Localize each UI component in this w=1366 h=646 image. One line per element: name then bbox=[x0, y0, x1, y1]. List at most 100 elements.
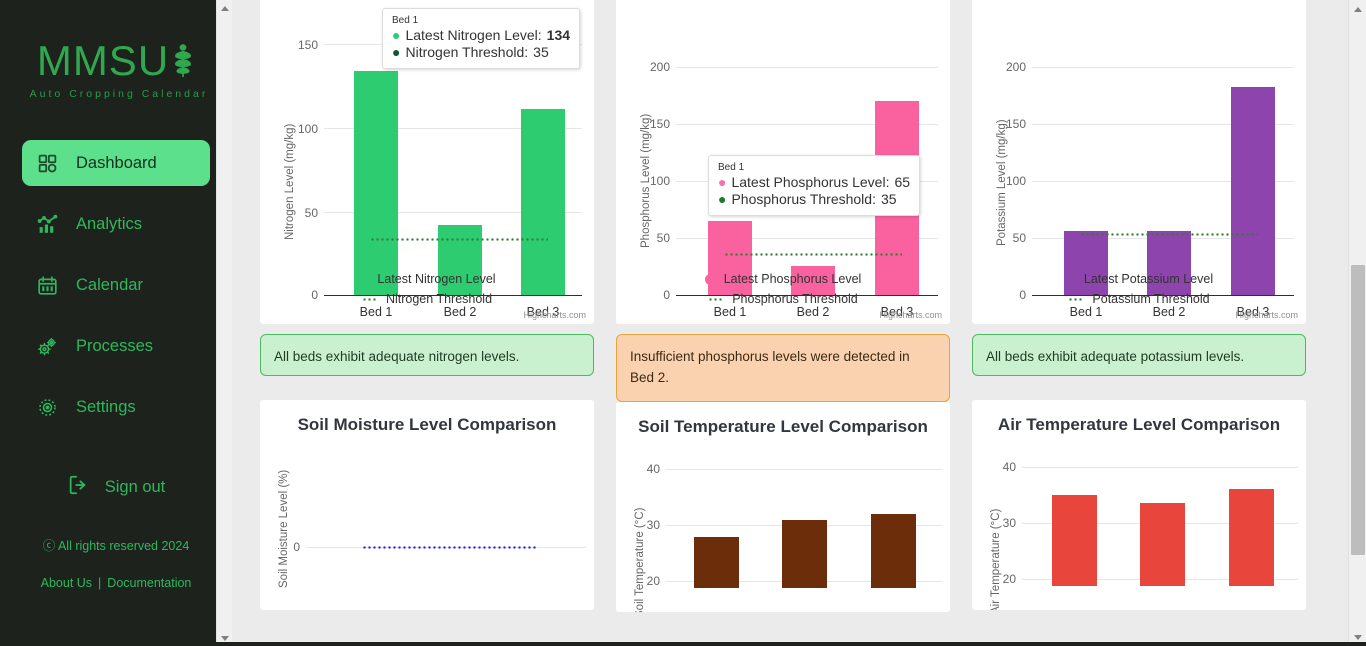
sidebar-item-label: Settings bbox=[76, 397, 136, 416]
legend-label: Latest Nitrogen Level bbox=[377, 272, 496, 286]
sidebar-item-label: Dashboard bbox=[76, 153, 157, 172]
column-potassium: Comparison Potassium Level (mg/kg) 200 1… bbox=[972, 0, 1306, 612]
documentation-link[interactable]: Documentation bbox=[107, 576, 191, 590]
legend-label: Latest Phosphorus Level bbox=[723, 272, 862, 286]
threshold-line bbox=[1080, 233, 1258, 237]
chart-legend: Latest Phosphorus Level Phosphorus Thres… bbox=[616, 269, 950, 309]
legend-item-series[interactable]: Latest Phosphorus Level bbox=[616, 269, 950, 289]
y-tick-label: 150 bbox=[297, 38, 318, 53]
y-tick-label: 50 bbox=[1012, 231, 1026, 246]
chart-legend: Latest Potassium Level Potassium Thresho… bbox=[972, 269, 1306, 309]
tooltip-label: Latest Phosphorus Level: bbox=[731, 174, 890, 190]
legend-item-series[interactable]: Latest Potassium Level bbox=[972, 269, 1306, 289]
dashboard-main: Comparison Nitrogen Level (mg/kg) 150 10… bbox=[232, 0, 1366, 646]
copyright-text: ⓒ All rights reserved 2024 bbox=[42, 539, 190, 553]
soil-moisture-chart-card: Soil Moisture Level Comparison Soil Mois… bbox=[260, 400, 594, 610]
y-tick-label: 0 bbox=[293, 540, 300, 555]
legend-marker-dot bbox=[704, 273, 716, 285]
phosphorus-status-message: Insufficient phosphorus levels were dete… bbox=[616, 334, 950, 402]
y-tick-label: 50 bbox=[656, 231, 670, 246]
threshold-line bbox=[370, 238, 548, 242]
soil-moisture-plot: Soil Moisture Level (%) 0 bbox=[260, 436, 594, 589]
tooltip-row: ● Latest Nitrogen Level: 134 bbox=[392, 27, 570, 44]
tooltip-label: Nitrogen Threshold: bbox=[405, 44, 529, 60]
bar-bed3[interactable] bbox=[521, 109, 565, 296]
highcharts-credit[interactable]: Highcharts.com bbox=[879, 310, 942, 320]
potassium-status-message: All beds exhibit adequate potassium leve… bbox=[972, 334, 1306, 376]
tooltip-bullet-icon: ● bbox=[718, 174, 727, 190]
tooltip-row: ● Phosphorus Threshold: 35 bbox=[718, 191, 910, 208]
legend-item-threshold[interactable]: Potassium Threshold bbox=[972, 289, 1306, 309]
gridline bbox=[676, 67, 938, 69]
nitrogen-tooltip: Bed 1 ● Latest Nitrogen Level: 134 ● Nit… bbox=[382, 8, 581, 69]
tooltip-row: ● Latest Phosphorus Level: 65 bbox=[718, 174, 910, 191]
y-tick-label: 150 bbox=[1005, 117, 1026, 132]
calendar-icon bbox=[36, 274, 58, 296]
bar-bed2[interactable] bbox=[782, 520, 827, 589]
analytics-chart-icon bbox=[36, 213, 58, 235]
legend-marker-dash bbox=[361, 297, 378, 301]
footer-links: About Us | Documentation bbox=[0, 576, 232, 590]
threshold-line bbox=[362, 546, 537, 550]
sign-out-label: Sign out bbox=[104, 478, 166, 496]
sidebar-scroll-up-arrow[interactable] bbox=[217, 0, 232, 16]
bar-bed3[interactable] bbox=[871, 514, 916, 589]
bar-bed1[interactable] bbox=[354, 71, 398, 296]
legend-item-threshold[interactable]: Phosphorus Threshold bbox=[616, 289, 950, 309]
sidebar-item-processes[interactable]: Processes bbox=[22, 323, 210, 369]
legend-marker-dash bbox=[1068, 297, 1085, 301]
gridline bbox=[666, 469, 942, 471]
y-tick-label: 40 bbox=[1002, 460, 1016, 475]
bar-bed1[interactable] bbox=[694, 537, 739, 589]
tooltip-value: 35 bbox=[533, 44, 549, 60]
potassium-plot: Potassium Level (mg/kg) 200 150 100 50 0 bbox=[972, 0, 1306, 319]
tooltip-label: Latest Nitrogen Level: bbox=[405, 27, 542, 43]
gears-processes-icon bbox=[36, 335, 58, 357]
legend-label: Latest Potassium Level bbox=[1083, 272, 1214, 286]
y-tick-label: 100 bbox=[1005, 174, 1026, 189]
chart-title: Air Temperature Level Comparison bbox=[997, 415, 1281, 434]
sidebar-item-settings[interactable]: Settings bbox=[22, 384, 210, 430]
nitrogen-chart-card: Comparison Nitrogen Level (mg/kg) 150 10… bbox=[260, 0, 594, 324]
charts-grid: Comparison Nitrogen Level (mg/kg) 150 10… bbox=[232, 0, 1366, 612]
page-scroll-up-arrow[interactable] bbox=[1349, 0, 1366, 18]
legend-item-threshold[interactable]: Nitrogen Threshold bbox=[260, 289, 594, 309]
phosphorus-chart-card: Comparison Phosphorus Level (mg/kg) 200 … bbox=[616, 0, 950, 324]
sidebar-item-calendar[interactable]: Calendar bbox=[22, 262, 210, 308]
highcharts-credit[interactable]: Highcharts.com bbox=[523, 310, 586, 320]
column-nitrogen: Comparison Nitrogen Level (mg/kg) 150 10… bbox=[260, 0, 594, 612]
y-axis-label: Soil Moisture Level (%) bbox=[278, 469, 290, 589]
tooltip-value: 65 bbox=[894, 174, 911, 190]
y-tick-label: 150 bbox=[649, 117, 670, 132]
sidebar-item-analytics[interactable]: Analytics bbox=[22, 201, 210, 247]
bar-bed2[interactable] bbox=[1140, 503, 1185, 587]
bar-bed3[interactable] bbox=[1229, 489, 1274, 587]
bar-bed1[interactable] bbox=[1052, 495, 1097, 587]
sidebar-footer: ⓒ All rights reserved 2024 About Us | Docu… bbox=[0, 535, 232, 590]
tooltip-bullet-icon: ● bbox=[392, 27, 401, 43]
sidebar-scrollbar[interactable] bbox=[216, 0, 232, 646]
sign-out-button[interactable]: Sign out bbox=[0, 474, 232, 501]
sidebar-item-dashboard[interactable]: Dashboard bbox=[22, 140, 210, 186]
legend-label: Nitrogen Threshold bbox=[385, 292, 493, 306]
y-tick-label: 30 bbox=[646, 518, 660, 533]
gear-settings-icon bbox=[36, 396, 58, 418]
page-scroll-thumb[interactable] bbox=[1351, 265, 1365, 555]
legend-item-series[interactable]: Latest Nitrogen Level bbox=[260, 269, 594, 289]
y-tick-label: 200 bbox=[649, 60, 670, 75]
wheat-leaf-icon bbox=[171, 44, 195, 78]
sidebar-item-label: Processes bbox=[76, 336, 154, 355]
grid-dashboard-icon bbox=[36, 152, 58, 174]
tooltip-label: Phosphorus Threshold: bbox=[731, 191, 876, 207]
logo-tagline: Auto Cropping Calendar bbox=[29, 88, 209, 100]
highcharts-credit[interactable]: Highcharts.com bbox=[1235, 310, 1298, 320]
about-us-link[interactable]: About Us bbox=[41, 576, 92, 590]
y-axis-label: Nitrogen Level (mg/kg) bbox=[284, 123, 296, 241]
gridline bbox=[1022, 467, 1298, 469]
y-tick-label: 30 bbox=[1002, 516, 1016, 531]
bottom-edge-strip bbox=[0, 642, 1366, 646]
page-scrollbar[interactable] bbox=[1348, 0, 1366, 646]
legend-label: Phosphorus Threshold bbox=[732, 292, 858, 306]
bar-bed3[interactable] bbox=[1231, 87, 1275, 296]
legend-marker-dot bbox=[1064, 273, 1076, 285]
